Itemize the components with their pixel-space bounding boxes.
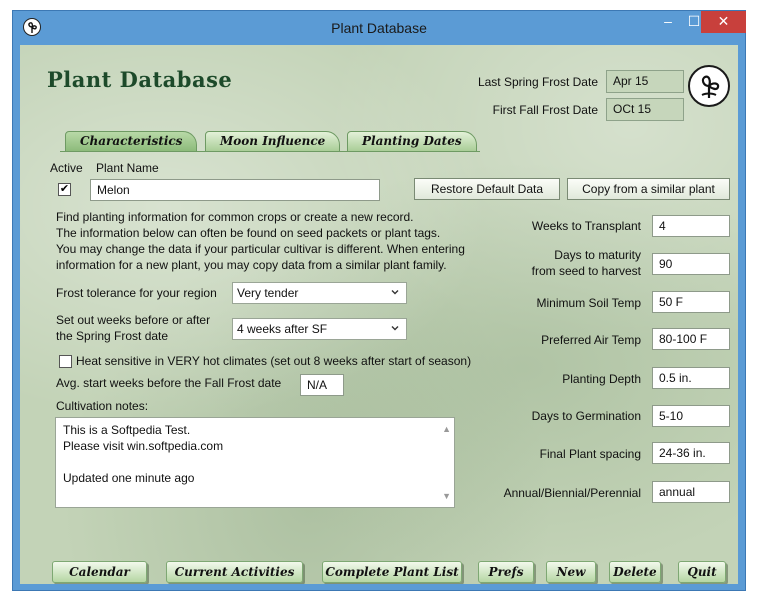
- app-window: Plant Database – ☐ ✕ Plant Database Last…: [12, 10, 746, 591]
- main-panel: Plant Database Last Spring Frost Date Ap…: [20, 45, 738, 584]
- plant-name-input[interactable]: Melon: [90, 179, 380, 201]
- pref-air-temp-label: Preferred Air Temp: [541, 333, 641, 347]
- current-activities-button[interactable]: Current Activities: [166, 561, 303, 583]
- min-soil-temp-label: Minimum Soil Temp: [536, 296, 641, 310]
- window-title: Plant Database: [331, 20, 427, 36]
- prefs-button[interactable]: Prefs: [478, 561, 534, 583]
- avg-start-field[interactable]: N/A: [300, 374, 344, 396]
- min-soil-temp-field[interactable]: 50 F: [652, 291, 730, 313]
- weeks-to-transplant-label: Weeks to Transplant: [531, 219, 641, 233]
- tab-planting-dates[interactable]: Planting Dates: [347, 131, 477, 152]
- copy-similar-plant-button[interactable]: Copy from a similar plant: [567, 178, 730, 200]
- weeks-to-transplant-field[interactable]: 4: [652, 215, 730, 237]
- set-out-select[interactable]: 4 weeks after SF: [232, 318, 407, 340]
- frost-tolerance-label: Frost tolerance for your region: [56, 286, 217, 300]
- quit-button[interactable]: Quit: [678, 561, 726, 583]
- life-cycle-field[interactable]: annual: [652, 481, 730, 503]
- set-out-label: Set out weeks before or after: [56, 313, 211, 327]
- set-out-value: 4 weeks after SF: [237, 322, 328, 336]
- avg-start-label: Avg. start weeks before the Fall Frost d…: [56, 376, 282, 390]
- info-line: Find planting information for common cro…: [56, 210, 414, 224]
- active-checkbox[interactable]: ✔: [58, 183, 71, 196]
- heat-sensitive-label: Heat sensitive in VERY hot climates (set…: [76, 354, 472, 368]
- close-icon[interactable]: ✕: [701, 11, 746, 33]
- restore-default-button[interactable]: Restore Default Data: [414, 178, 560, 200]
- info-line: The information below can often be found…: [56, 226, 441, 240]
- first-fall-frost-field[interactable]: OCt 15: [606, 98, 684, 121]
- delete-button[interactable]: Delete: [609, 561, 661, 583]
- active-label: Active: [50, 161, 83, 175]
- scroll-up-icon[interactable]: ▲: [442, 421, 451, 437]
- notes-line: This is a Softpedia Test.: [63, 423, 191, 437]
- new-button[interactable]: New: [546, 561, 596, 583]
- frost-tolerance-select[interactable]: Very tender: [232, 282, 407, 304]
- final-spacing-label: Final Plant spacing: [539, 447, 641, 461]
- chevron-down-icon: [391, 326, 399, 331]
- info-paragraph: Find planting information for common cro…: [56, 209, 496, 273]
- pref-air-temp-field[interactable]: 80-100 F: [652, 328, 730, 350]
- minimize-icon[interactable]: –: [654, 11, 682, 33]
- plant-sprout-logo: [688, 65, 730, 107]
- days-to-maturity-label-line2: from seed to harvest: [531, 264, 641, 278]
- plant-name-label: Plant Name: [96, 161, 159, 175]
- life-cycle-label: Annual/Biennial/Perennial: [503, 486, 641, 500]
- cultivation-notes-label: Cultivation notes:: [56, 399, 149, 413]
- notes-line: [63, 454, 447, 470]
- tab-moon-influence[interactable]: Moon Influence: [205, 131, 341, 152]
- heat-sensitive-checkbox[interactable]: [59, 355, 72, 368]
- title-bar[interactable]: Plant Database – ☐ ✕: [13, 11, 746, 45]
- calendar-button[interactable]: Calendar: [52, 561, 147, 583]
- frost-tolerance-value: Very tender: [237, 286, 299, 300]
- days-to-germination-field[interactable]: 5-10: [652, 405, 730, 427]
- complete-plant-list-button[interactable]: Complete Plant List: [322, 561, 462, 583]
- set-out-label-line2: the Spring Frost date: [56, 329, 169, 343]
- notes-line: Please visit win.softpedia.com: [63, 439, 224, 453]
- info-line: You may change the data if your particul…: [56, 242, 465, 256]
- planting-depth-field[interactable]: 0.5 in.: [652, 367, 730, 389]
- days-to-maturity-field[interactable]: 90: [652, 253, 730, 275]
- first-fall-frost-label: First Fall Frost Date: [492, 103, 598, 117]
- last-spring-frost-field[interactable]: Apr 15: [606, 70, 684, 93]
- days-to-germination-label: Days to Germination: [531, 409, 641, 423]
- info-line: information for a new plant, you may cop…: [56, 258, 447, 272]
- brand-title: Plant Database: [47, 67, 233, 92]
- cultivation-notes-textarea[interactable]: This is a Softpedia Test. Please visit w…: [55, 417, 455, 508]
- planting-depth-label: Planting Depth: [562, 372, 641, 386]
- notes-line: Updated one minute ago: [63, 471, 195, 485]
- last-spring-frost-label: Last Spring Frost Date: [477, 75, 598, 89]
- chevron-down-icon: [391, 290, 399, 295]
- tab-characteristics[interactable]: Characteristics: [65, 131, 198, 152]
- days-to-maturity-label: Days to maturity: [554, 248, 641, 262]
- scroll-down-icon[interactable]: ▼: [442, 488, 451, 504]
- final-spacing-field[interactable]: 24-36 in.: [652, 442, 730, 464]
